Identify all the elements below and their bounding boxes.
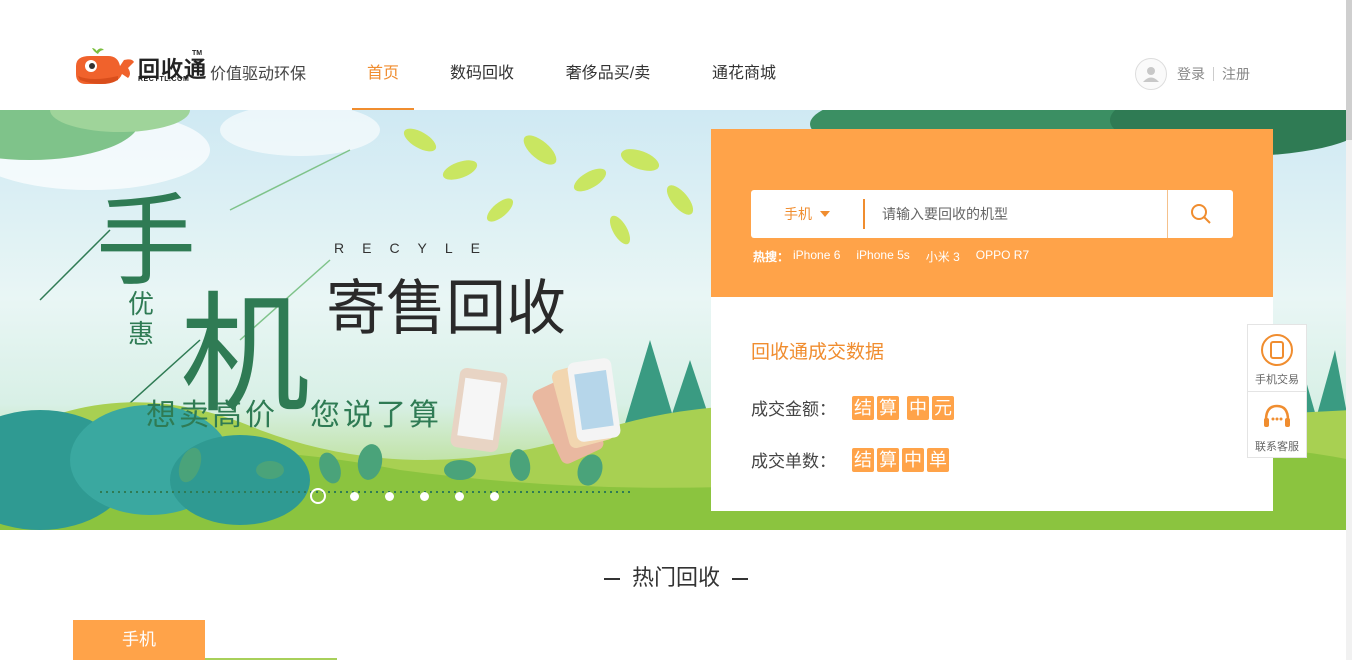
side-float-bar: 手机交易 联系客服 <box>1247 324 1307 458</box>
search-category-select[interactable]: 手机 <box>751 190 863 238</box>
hero-banner: 手 机 优惠 RECYLE 寄售回收 想卖高价 您说了算 手机 请输入要回收的机… <box>0 110 1352 530</box>
brand-slogan: 价值驱动环保 <box>210 66 307 83</box>
stats-count-row: 成交单数： 结 算 中 单 <box>751 447 952 472</box>
site-logo[interactable]: 回收通 TM RECYTL.COM <box>72 34 207 90</box>
headset-icon <box>1264 404 1290 427</box>
search-icon <box>1190 204 1211 224</box>
support-label: 联系客服 <box>1255 441 1299 453</box>
whale-logo-icon <box>76 48 134 84</box>
page-scrollbar[interactable] <box>1346 0 1352 660</box>
login-link[interactable]: 登录 <box>1177 64 1205 84</box>
carousel-dot[interactable] <box>420 491 429 501</box>
nav-mall[interactable]: 通花商城 <box>706 56 782 110</box>
search-panel: 手机 热搜： iPhone 6 iPhone 5s 小米 3 OPPO R7 <box>711 129 1273 297</box>
hot-search-link[interactable]: iPhone 5s <box>856 248 909 265</box>
search-button[interactable] <box>1167 190 1233 238</box>
scrollbar-thumb[interactable] <box>1346 0 1352 140</box>
banner-promo: 优惠 <box>128 290 155 350</box>
stats-count-label: 成交单数： <box>751 452 836 471</box>
user-avatar-icon[interactable] <box>1135 58 1167 90</box>
carousel-dot[interactable] <box>350 491 359 501</box>
stats-count-chip: 中 <box>902 447 924 472</box>
carousel-dot[interactable] <box>310 488 326 504</box>
stats-amount-chip: 算 <box>877 395 899 420</box>
stats-amount-row: 成交金额： 结 算 中 元 <box>751 395 957 420</box>
hot-search-link[interactable]: 小米 3 <box>926 248 960 265</box>
chevron-down-icon <box>820 211 830 217</box>
carousel-dot[interactable] <box>385 491 394 501</box>
stats-title: 回收通成交数据 <box>751 342 885 363</box>
tab-phone[interactable]: 手机 <box>73 620 205 660</box>
stats-count-chip: 算 <box>877 447 899 472</box>
search-box: 手机 <box>751 190 1233 238</box>
stats-count-chip: 结 <box>852 447 874 472</box>
carousel-dot[interactable] <box>455 491 464 501</box>
deal-stats-panel: 回收通成交数据 成交金额： 结 算 中 元 成交单数： 结 算 中 单 <box>711 297 1273 511</box>
stats-amount-label: 成交金额： <box>751 400 836 419</box>
register-link[interactable]: 注册 <box>1222 64 1250 84</box>
phone-trade-button[interactable]: 手机交易 <box>1248 325 1306 391</box>
section-title: 热门回收 <box>631 565 720 590</box>
stats-amount-chip: 中 <box>907 395 929 420</box>
site-header: 回收通 TM RECYTL.COM 价值驱动环保 首页 数码回收 奢侈品买/卖 … <box>0 0 1352 110</box>
search-input[interactable] <box>865 190 1167 238</box>
hot-search-label: 热搜： <box>753 250 790 264</box>
phone-icon <box>1261 334 1293 366</box>
hot-search-link[interactable]: OPPO R7 <box>976 248 1029 265</box>
hot-search-row: 热搜： iPhone 6 iPhone 5s 小米 3 OPPO R7 <box>753 248 1045 265</box>
nav-digital-recycle[interactable]: 数码回收 <box>444 56 520 110</box>
user-area: 登录 注册 <box>1135 58 1250 90</box>
carousel-dot[interactable] <box>490 491 499 501</box>
hot-search-link[interactable]: iPhone 6 <box>793 248 840 265</box>
title-dash <box>732 578 748 581</box>
nav-luxury[interactable]: 奢侈品买/卖 <box>556 56 660 110</box>
stats-amount-chip: 结 <box>852 395 874 420</box>
support-button[interactable]: 联系客服 <box>1248 392 1306 458</box>
banner-recyle: RECYLE <box>334 240 499 256</box>
phone-trade-label: 手机交易 <box>1255 374 1299 386</box>
stats-amount-chip: 元 <box>932 395 954 420</box>
logo-domain: RECYTL.COM <box>138 76 190 83</box>
search-category-label: 手机 <box>784 206 812 222</box>
title-dash <box>603 578 620 581</box>
nav-home[interactable]: 首页 <box>352 56 414 110</box>
logo-trademark: TM <box>192 50 203 57</box>
stats-count-chip: 单 <box>927 447 949 472</box>
banner-tagline-2: 您说了算 <box>310 398 442 433</box>
banner-headline: 寄售回收 <box>326 274 566 344</box>
category-tabs: 手机 <box>73 620 337 660</box>
main-nav: 首页 数码回收 奢侈品买/卖 通花商城 <box>352 56 782 110</box>
user-divider <box>1213 67 1214 81</box>
carousel-dots <box>310 488 525 504</box>
banner-tagline-1: 想卖高价 <box>146 398 278 433</box>
section-hot-recycle: 热门回收 <box>0 560 1352 592</box>
